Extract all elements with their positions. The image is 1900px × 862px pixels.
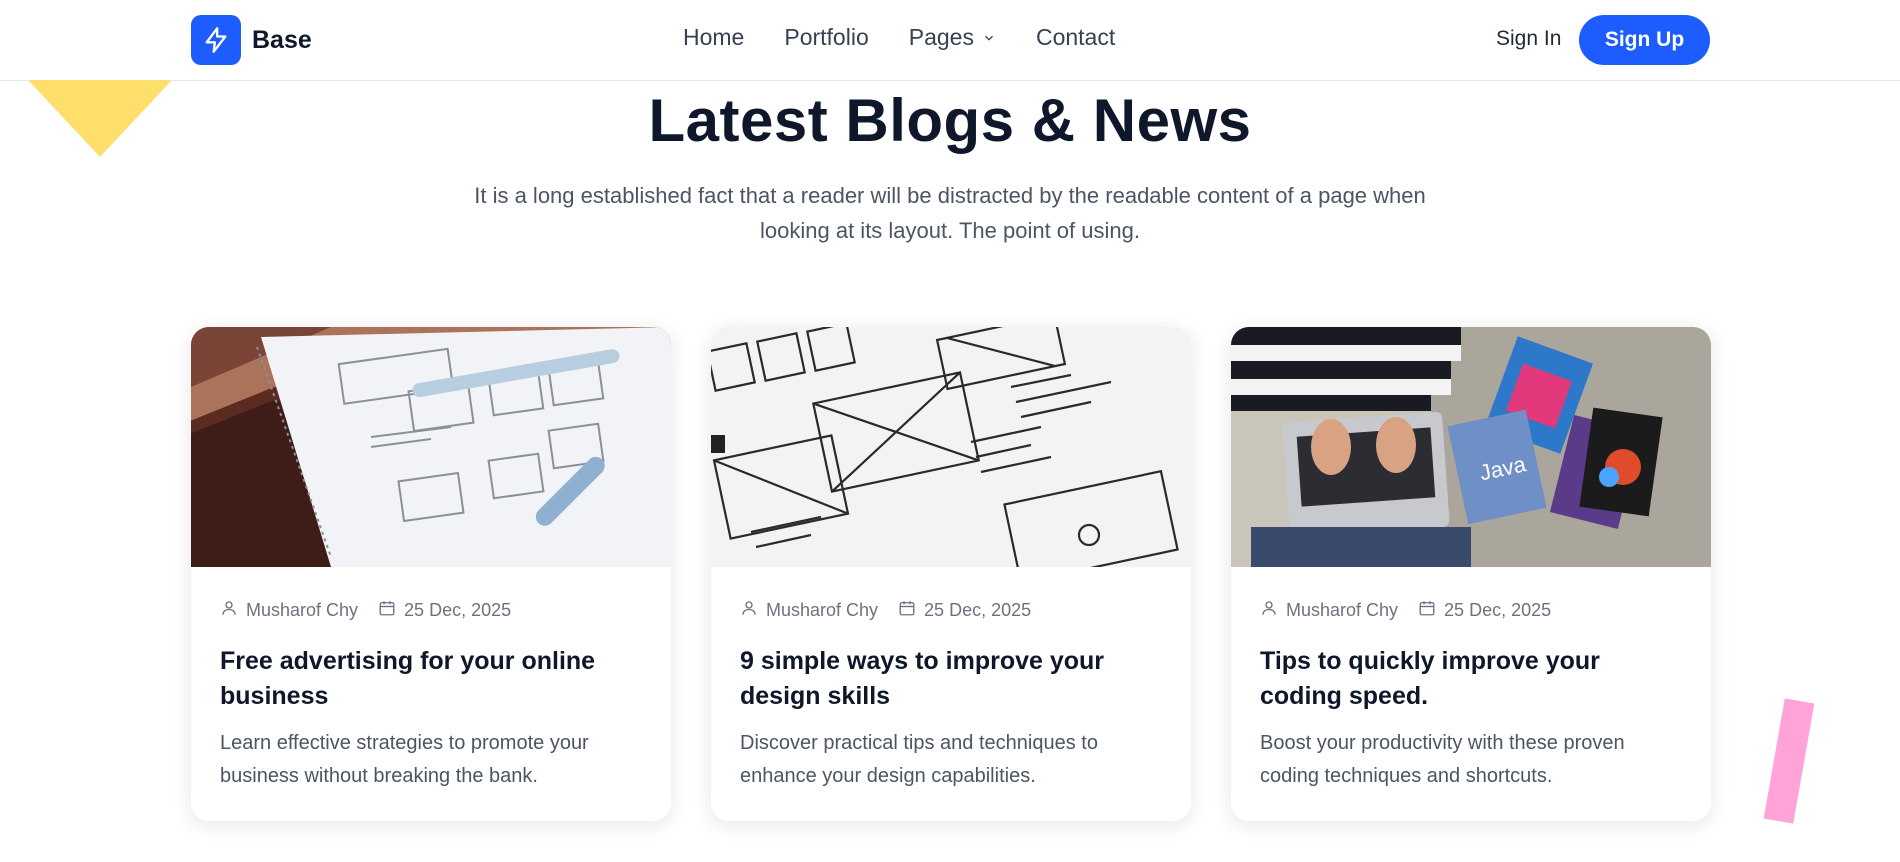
- date-wrap: 25 Dec, 2025: [378, 599, 511, 622]
- card-body: Musharof Chy 25 Dec, 2025 Free advertisi…: [191, 567, 671, 793]
- blog-image-notebook-wireframe[interactable]: [191, 327, 671, 567]
- section-title: Latest Blogs & News: [648, 87, 1252, 154]
- logo-text: Base: [252, 25, 312, 54]
- card-author: Musharof Chy: [246, 600, 359, 620]
- logo[interactable]: Base: [191, 15, 312, 65]
- card-meta: Musharof Chy 25 Dec, 2025: [1260, 599, 1682, 622]
- calendar-icon: [898, 599, 916, 622]
- nav-home[interactable]: Home: [683, 24, 744, 51]
- card-meta: Musharof Chy 25 Dec, 2025: [740, 599, 1162, 622]
- card-title[interactable]: Free advertising for your online busines…: [220, 644, 642, 714]
- site-header: Base Home Portfolio Pages Contact Sign I…: [0, 0, 1900, 81]
- bolt-icon: [191, 15, 241, 65]
- blog-image-wireframe-sketch[interactable]: [711, 327, 1191, 567]
- date-wrap: 25 Dec, 2025: [1418, 599, 1551, 622]
- blog-card[interactable]: Musharof Chy 25 Dec, 2025 Free advertisi…: [191, 327, 671, 821]
- nav-contact[interactable]: Contact: [1036, 24, 1115, 51]
- decorative-triangle: [28, 80, 172, 157]
- card-date: 25 Dec, 2025: [924, 600, 1032, 620]
- section-subtitle: It is a long established fact that a rea…: [474, 183, 1426, 243]
- user-icon: [1260, 599, 1278, 622]
- calendar-icon: [378, 599, 396, 622]
- nav-pages-label: Pages: [908, 24, 974, 50]
- card-date: 25 Dec, 2025: [1444, 600, 1552, 620]
- sign-up-button[interactable]: Sign Up: [1579, 15, 1710, 65]
- user-icon: [740, 599, 758, 622]
- nav-portfolio[interactable]: Portfolio: [784, 24, 868, 51]
- card-description: Learn effective strategies to promote yo…: [220, 732, 589, 787]
- nav-pages[interactable]: Pages: [909, 24, 996, 51]
- blog-card[interactable]: Java Musharof Chy 25 Dec, 2025 Tips to q…: [1231, 327, 1711, 821]
- sign-in-link[interactable]: Sign In: [1496, 27, 1561, 51]
- card-title[interactable]: Tips to quickly improve your coding spee…: [1260, 644, 1682, 714]
- card-description: Discover practical tips and techniques t…: [740, 732, 1098, 787]
- chevron-down-icon: [982, 24, 996, 51]
- blog-image-laptop-books[interactable]: Java: [1231, 327, 1711, 567]
- date-wrap: 25 Dec, 2025: [898, 599, 1031, 622]
- blog-card[interactable]: Musharof Chy 25 Dec, 2025 9 simple ways …: [711, 327, 1191, 821]
- card-author: Musharof Chy: [1286, 600, 1399, 620]
- card-body: Musharof Chy 25 Dec, 2025 Tips to quickl…: [1231, 567, 1711, 793]
- calendar-icon: [1418, 599, 1436, 622]
- card-body: Musharof Chy 25 Dec, 2025 9 simple ways …: [711, 567, 1191, 793]
- card-author: Musharof Chy: [766, 600, 879, 620]
- card-title[interactable]: 9 simple ways to improve your design ski…: [740, 644, 1162, 714]
- main-nav: Home Portfolio Pages Contact: [683, 24, 1115, 51]
- card-date: 25 Dec, 2025: [404, 600, 512, 620]
- decorative-bar: [1763, 698, 1815, 824]
- card-meta: Musharof Chy 25 Dec, 2025: [220, 599, 642, 622]
- card-description: Boost your productivity with these prove…: [1260, 732, 1625, 787]
- user-icon: [220, 599, 238, 622]
